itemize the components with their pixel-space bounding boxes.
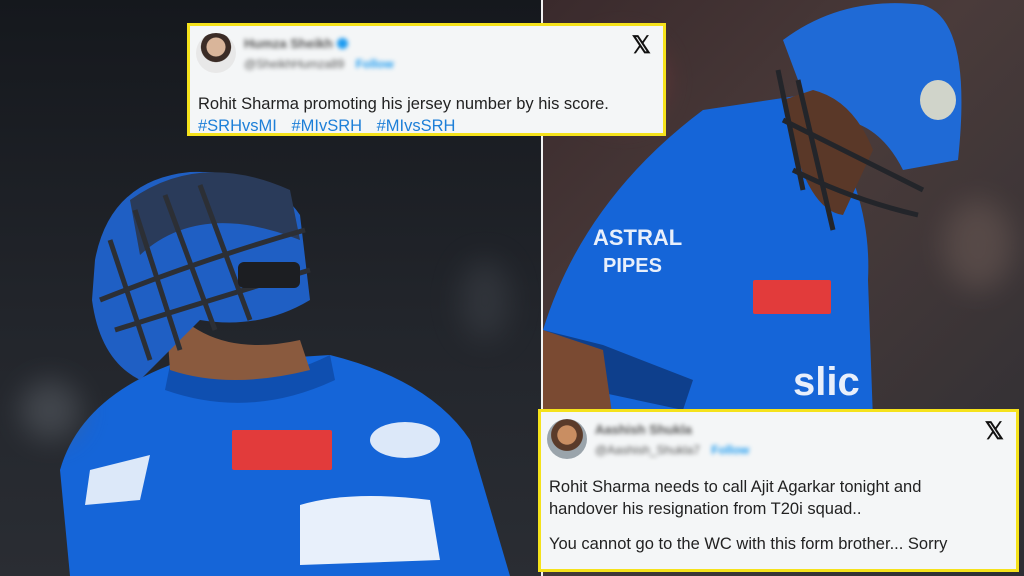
tweet-text-line: You cannot go to the WC with this form b… (549, 535, 948, 553)
hashtag-link[interactable]: #SRHvsMI (198, 117, 277, 135)
follow-link[interactable]: Follow (356, 57, 394, 71)
tweet-card-aashish[interactable]: Aashish Shukla @Aashish_Shukla7 Follow 𝕏… (538, 409, 1019, 572)
svg-text:slic: slic (793, 360, 860, 404)
hashtag-row: #SRHvsMI #MIvSRH #MIvsSRH (198, 115, 655, 137)
author-handle: @SheikhHumza89 (244, 57, 345, 71)
x-logo-icon[interactable]: 𝕏 (985, 420, 1004, 444)
author-name[interactable]: Aashish Shukla (595, 422, 692, 437)
hashtag-link[interactable]: #MIvSRH (291, 117, 362, 135)
tweet-card-humza[interactable]: Humza Sheikh @SheikhHumza89 Follow 𝕏 Roh… (187, 23, 666, 136)
handle-row: @Aashish_Shukla7 Follow (595, 443, 749, 457)
handle-row: @SheikhHumza89 Follow (244, 57, 394, 71)
tweet-text-block: Rohit Sharma promoting his jersey number… (190, 93, 663, 137)
hashtag-link[interactable]: #MIvsSRH (377, 117, 456, 135)
svg-text:PIPES: PIPES (603, 255, 662, 277)
verified-badge-icon (336, 38, 348, 49)
avatar[interactable] (196, 33, 236, 73)
svg-text:ASTRAL: ASTRAL (593, 225, 682, 250)
follow-link[interactable]: Follow (711, 443, 749, 457)
tweet-text: Rohit Sharma promoting his jersey number… (198, 95, 609, 113)
tweet-text-block: Rohit Sharma needs to call Ajit Agarkar … (541, 476, 1016, 555)
x-logo-icon[interactable]: 𝕏 (632, 34, 651, 58)
tweet-text-line: Rohit Sharma needs to call Ajit Agarkar … (549, 478, 922, 496)
tweet-header: Aashish Shukla @Aashish_Shukla7 Follow 𝕏 (541, 412, 1016, 464)
tweet-header: Humza Sheikh @SheikhHumza89 Follow 𝕏 (190, 26, 663, 78)
tweet-text-line: handover his resignation from T20i squad… (549, 500, 862, 518)
avatar[interactable] (547, 419, 587, 459)
author-name[interactable]: Humza Sheikh (244, 36, 348, 51)
author-handle: @Aashish_Shukla7 (595, 443, 700, 457)
